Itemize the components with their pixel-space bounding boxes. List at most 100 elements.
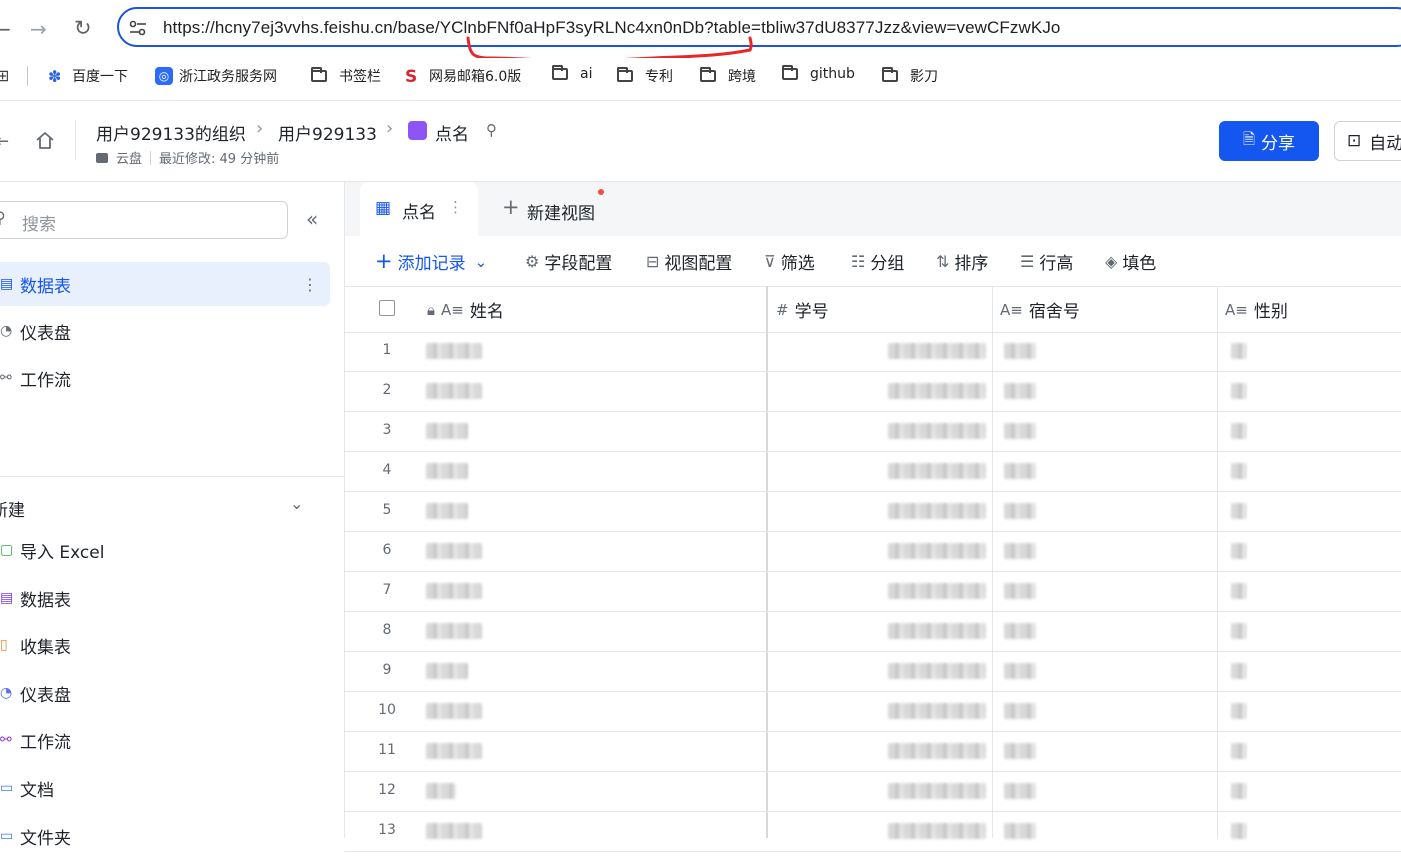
cell-gender-redacted[interactable] xyxy=(1231,423,1247,439)
new-doc[interactable]: ▭ 文档 xyxy=(0,766,330,810)
cell-dorm-redacted[interactable] xyxy=(1004,583,1036,599)
group-button[interactable]: ☷ 分组 xyxy=(851,249,904,274)
cell-gender-redacted[interactable] xyxy=(1231,463,1247,479)
bookmark-item[interactable]: 影刀 xyxy=(882,66,938,86)
cell-id-redacted[interactable] xyxy=(888,543,986,559)
fill-color-button[interactable]: ◈ 填色 xyxy=(1105,249,1156,274)
view-config-button[interactable]: ⊟ 视图配置 xyxy=(646,249,732,274)
bookmark-item[interactable]: github xyxy=(782,65,855,82)
cell-id-redacted[interactable] xyxy=(888,703,986,719)
forward-arrow-icon[interactable]: → xyxy=(30,19,47,39)
column-header-name[interactable]: 🔒︎ A≡ 姓名 xyxy=(427,297,504,323)
cell-gender-redacted[interactable] xyxy=(1231,703,1247,719)
cell-dorm-redacted[interactable] xyxy=(1004,383,1036,399)
cell-gender-redacted[interactable] xyxy=(1231,743,1247,759)
cell-name-redacted[interactable] xyxy=(426,423,468,439)
cell-id-redacted[interactable] xyxy=(888,623,986,639)
filter-button[interactable]: ⊽ 筛选 xyxy=(764,249,815,274)
back-arrow-icon[interactable]: ← xyxy=(0,19,11,39)
cell-id-redacted[interactable] xyxy=(888,423,986,439)
new-view-button[interactable]: 新建视图 xyxy=(527,199,595,224)
cell-name-redacted[interactable] xyxy=(426,543,482,559)
cell-dorm-redacted[interactable] xyxy=(1004,503,1036,519)
column-header-dorm[interactable]: A≡ 宿舍号 xyxy=(1000,297,1080,323)
cell-name-redacted[interactable] xyxy=(426,463,468,479)
cell-id-redacted[interactable] xyxy=(888,783,986,799)
column-header-id[interactable]: # 学号 xyxy=(776,297,829,323)
cell-gender-redacted[interactable] xyxy=(1231,543,1247,559)
cell-dorm-redacted[interactable] xyxy=(1004,343,1036,359)
sidebar-item-table[interactable]: ▤ 数据表 ⋮ xyxy=(0,262,330,306)
cell-name-redacted[interactable] xyxy=(426,783,456,799)
cell-dorm-redacted[interactable] xyxy=(1004,663,1036,679)
cell-id-redacted[interactable] xyxy=(888,823,986,839)
pin-icon[interactable]: ⚲ xyxy=(486,121,497,139)
more-icon[interactable]: ⋮ xyxy=(302,275,318,294)
bookmark-item[interactable]: 书签栏 xyxy=(311,66,381,86)
cell-gender-redacted[interactable] xyxy=(1231,823,1247,839)
share-button[interactable]: 🗎 分享 xyxy=(1219,121,1319,161)
reload-icon[interactable]: ↻ xyxy=(74,18,92,39)
location-label[interactable]: 云盘 xyxy=(116,148,142,167)
cell-dorm-redacted[interactable] xyxy=(1004,423,1036,439)
chevron-down-icon[interactable]: ⌄ xyxy=(475,253,488,271)
add-record-button[interactable]: + 添加记录 ⌄ xyxy=(375,249,488,275)
sort-button[interactable]: ⇅ 排序 xyxy=(936,249,988,274)
cell-dorm-redacted[interactable] xyxy=(1004,463,1036,479)
field-config-button[interactable]: ⚙ 字段配置 xyxy=(525,249,612,274)
collapse-sidebar-icon[interactable]: ⇤ xyxy=(0,131,9,152)
cell-gender-redacted[interactable] xyxy=(1231,343,1247,359)
new-import-excel[interactable]: ▢ 导入 Excel xyxy=(0,528,330,572)
new-dashboard[interactable]: ◔ 仪表盘 xyxy=(0,671,330,715)
cell-name-redacted[interactable] xyxy=(426,743,482,759)
cell-id-redacted[interactable] xyxy=(888,743,986,759)
page-title[interactable]: 点名 xyxy=(435,120,469,145)
cell-name-redacted[interactable] xyxy=(426,383,482,399)
site-settings-icon[interactable] xyxy=(129,20,147,36)
cell-name-redacted[interactable] xyxy=(426,583,482,599)
cell-gender-redacted[interactable] xyxy=(1231,663,1247,679)
cell-id-redacted[interactable] xyxy=(888,583,986,599)
cell-name-redacted[interactable] xyxy=(426,343,482,359)
cell-dorm-redacted[interactable] xyxy=(1004,823,1036,839)
row-height-button[interactable]: ☰ 行高 xyxy=(1020,249,1073,274)
cell-name-redacted[interactable] xyxy=(426,703,482,719)
cell-name-redacted[interactable] xyxy=(426,663,468,679)
cell-dorm-redacted[interactable] xyxy=(1004,623,1036,639)
home-icon[interactable] xyxy=(35,131,55,149)
new-folder[interactable]: ▭ 文件夹 xyxy=(0,814,330,858)
cell-id-redacted[interactable] xyxy=(888,383,986,399)
cell-gender-redacted[interactable] xyxy=(1231,383,1247,399)
sidebar-item-dashboard[interactable]: ◔ 仪表盘 xyxy=(0,309,330,353)
cell-gender-redacted[interactable] xyxy=(1231,503,1247,519)
cell-dorm-redacted[interactable] xyxy=(1004,703,1036,719)
new-workflow[interactable]: ⚯ 工作流 xyxy=(0,718,330,762)
bookmark-item[interactable]: 专利 xyxy=(617,66,673,86)
cell-gender-redacted[interactable] xyxy=(1231,623,1247,639)
cell-gender-redacted[interactable] xyxy=(1231,583,1247,599)
cell-name-redacted[interactable] xyxy=(426,823,482,839)
cell-id-redacted[interactable] xyxy=(888,503,986,519)
cell-name-redacted[interactable] xyxy=(426,503,468,519)
cell-id-redacted[interactable] xyxy=(888,463,986,479)
sidebar-item-workflow[interactable]: ⚯ 工作流 xyxy=(0,356,330,400)
bookmark-item[interactable]: 跨境 xyxy=(700,66,756,86)
cell-id-redacted[interactable] xyxy=(888,343,986,359)
column-header-gender[interactable]: A≡ 性别 xyxy=(1225,297,1288,323)
breadcrumb-user[interactable]: 用户929133 xyxy=(278,120,377,145)
cell-dorm-redacted[interactable] xyxy=(1004,543,1036,559)
bookmark-item[interactable]: ai xyxy=(552,65,592,82)
bookmark-item[interactable]: ✽ 百度一下 xyxy=(48,66,128,86)
tab-more-icon[interactable]: ⋮ xyxy=(448,198,463,216)
apps-grid-icon[interactable]: ⊞ xyxy=(0,66,9,85)
new-table[interactable]: ▤ 数据表 xyxy=(0,576,330,620)
cell-gender-redacted[interactable] xyxy=(1231,783,1247,799)
cell-dorm-redacted[interactable] xyxy=(1004,743,1036,759)
collapse-panel-icon[interactable]: « xyxy=(306,207,318,231)
select-all-checkbox[interactable] xyxy=(379,300,395,316)
bookmark-item[interactable]: ◎ 浙江政务服务网 xyxy=(155,66,277,86)
cell-id-redacted[interactable] xyxy=(888,663,986,679)
breadcrumb-org[interactable]: 用户929133的组织 xyxy=(96,120,246,145)
chevron-down-icon[interactable]: ⌄ xyxy=(290,494,303,513)
automation-button[interactable]: ⊡ 自动 xyxy=(1334,121,1401,161)
